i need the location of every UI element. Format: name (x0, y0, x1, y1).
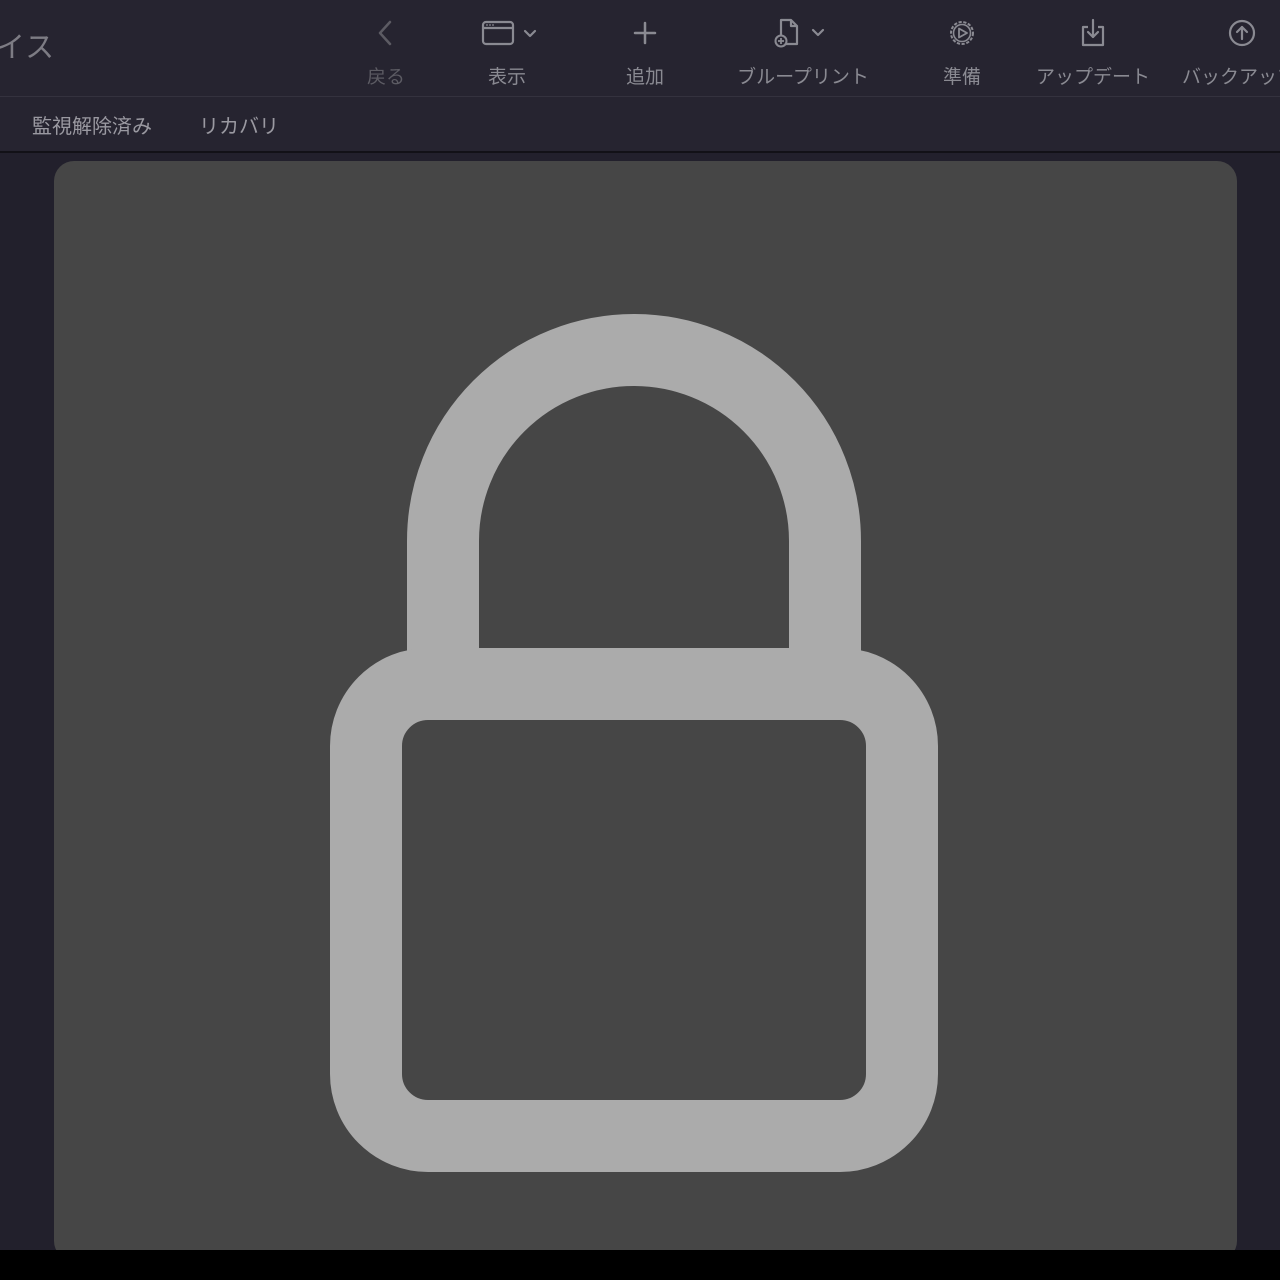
blueprint-button[interactable]: ブループリント (728, 14, 878, 92)
add-label: 追加 (625, 66, 664, 88)
blueprint-label: ブループリント (737, 66, 869, 88)
tab-unsupervised[interactable]: 監視解除済み (32, 110, 152, 139)
gear-play-icon (946, 14, 978, 52)
back-label: 戻る (366, 66, 405, 88)
back-button[interactable]: 戻る (356, 14, 416, 92)
lock-icon (330, 314, 938, 1172)
window-title: イス (0, 30, 56, 64)
plus-icon (630, 14, 660, 52)
tab-recovery[interactable]: リカバリ (199, 110, 279, 139)
chevron-left-icon (376, 14, 396, 52)
document-add-icon (771, 14, 835, 52)
upload-circle-icon (1182, 14, 1280, 52)
prepare-button[interactable]: 準備 (930, 14, 994, 92)
backup-label: バックアップ (1182, 66, 1280, 88)
view-label: 表示 (487, 66, 526, 88)
download-tray-icon (1077, 14, 1109, 52)
backup-button[interactable]: バックアップ (1182, 14, 1280, 92)
toolbar: イス 戻る 表示 追加 ブループリント 準備 アップデート バックアッ (0, 0, 1280, 97)
prepare-label: 準備 (942, 66, 981, 88)
device-tile[interactable] (54, 161, 1237, 1261)
content-area (0, 153, 1280, 1261)
update-button[interactable]: アップデート (1030, 14, 1156, 92)
bottom-edge (0, 1250, 1280, 1280)
window-icon (475, 14, 539, 52)
add-button[interactable]: 追加 (615, 14, 675, 92)
chevron-down-icon (523, 29, 537, 38)
view-button[interactable]: 表示 (465, 14, 549, 92)
filter-bar: 監視解除済み リカバリ (0, 97, 1280, 153)
update-label: アップデート (1035, 66, 1150, 88)
